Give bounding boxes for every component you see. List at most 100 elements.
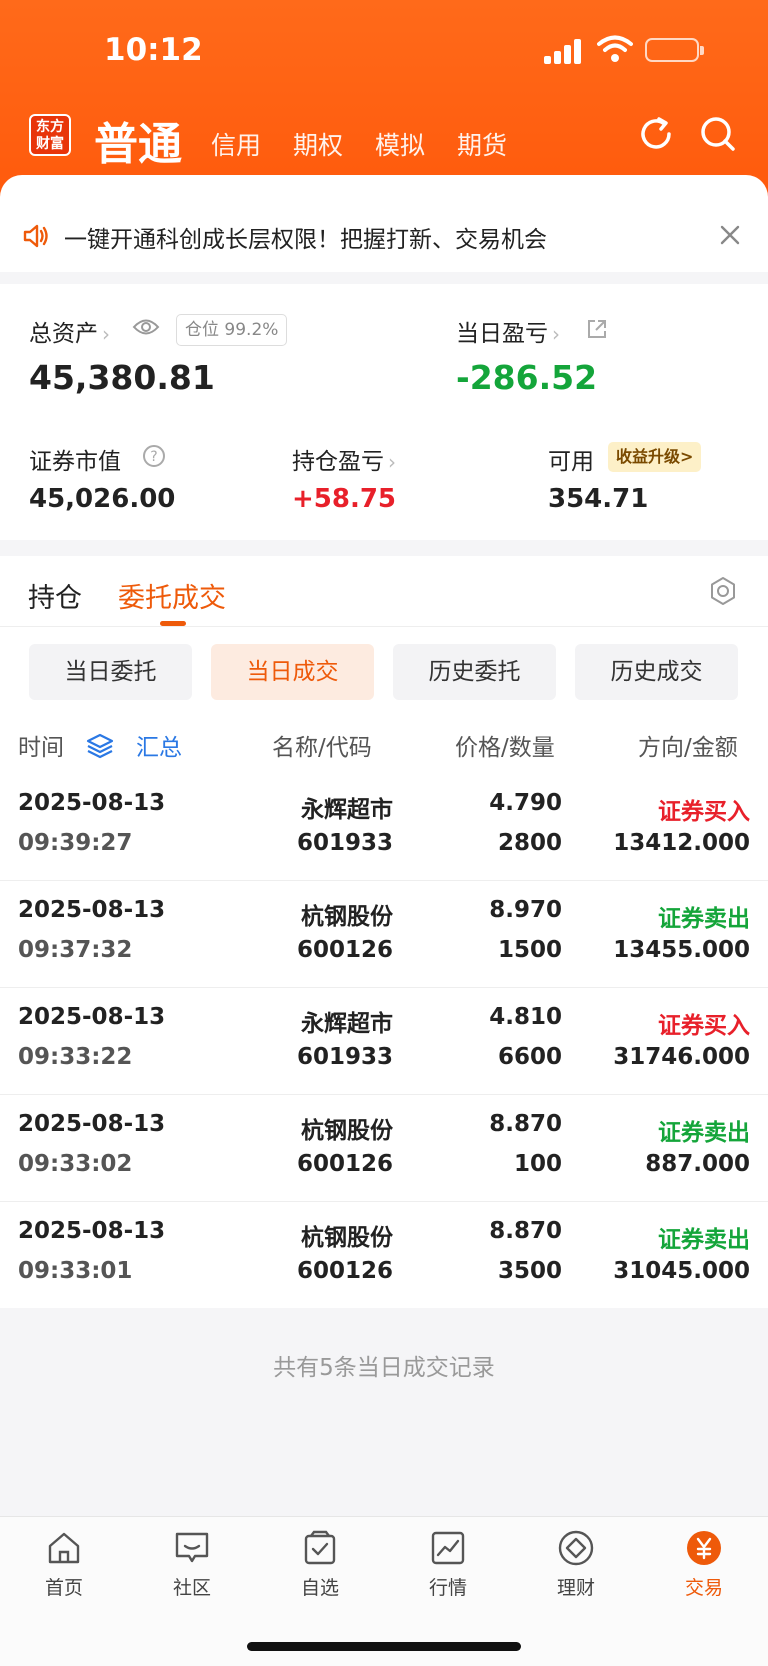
holding-pl-label[interactable]: 持仓盈亏 ›	[292, 442, 396, 476]
bottom-nav-wealth[interactable]: 理财	[512, 1529, 640, 1600]
eye-icon[interactable]	[132, 316, 160, 338]
tab-divider	[0, 626, 768, 627]
total-assets-value: 45,380.81	[29, 358, 215, 397]
trade-date: 2025-08-13	[18, 1218, 166, 1244]
stock-name: 永辉超市	[301, 1011, 393, 1037]
gear-icon[interactable]	[706, 574, 740, 608]
col-direction-amount: 方向/金额	[638, 735, 738, 761]
table-row[interactable]: 2025-08-13 09:33:02 杭钢股份 600126 8.870 100 证券卖出…	[0, 1095, 768, 1202]
trade-qty: 3500	[497, 1258, 562, 1284]
upgrade-badge[interactable]: 收益升级>	[608, 442, 702, 472]
status-bar: 10:12	[0, 0, 768, 100]
seg-today-trades[interactable]: 当日成交	[211, 644, 374, 700]
stock-code: 601933	[296, 830, 393, 856]
trade-time: 09:33:02	[18, 1151, 133, 1177]
tab-options[interactable]: 期权	[293, 126, 343, 162]
svg-text:?: ?	[150, 449, 157, 465]
bottom-nav-community[interactable]: 社区	[128, 1529, 256, 1600]
watchlist-icon	[304, 1530, 336, 1565]
trade-price: 8.970	[489, 897, 562, 923]
stock-code: 600126	[296, 1258, 393, 1284]
trade-amount: 31746.000	[613, 1044, 750, 1070]
home-icon	[48, 1532, 80, 1564]
wifi-icon	[597, 35, 633, 62]
available-value: 354.71	[548, 484, 649, 514]
yuan-icon	[687, 1531, 721, 1565]
tab-credit[interactable]: 信用	[211, 126, 261, 162]
speaker-icon	[23, 224, 48, 248]
trade-time: 09:33:22	[18, 1044, 133, 1070]
trade-amount: 31045.000	[613, 1258, 750, 1284]
trade-time: 09:33:01	[18, 1258, 133, 1284]
stock-code: 601933	[296, 1044, 393, 1070]
tab-futures[interactable]: 期货	[457, 126, 507, 162]
brand-logo: 东方 财富	[29, 114, 71, 156]
trade-direction: 证券卖出	[658, 906, 750, 932]
stock-name: 杭钢股份	[301, 904, 393, 930]
chart-icon	[431, 1531, 465, 1565]
trade-price: 8.870	[489, 1111, 562, 1137]
status-time: 10:12	[104, 32, 203, 68]
chevron-right-icon: ›	[388, 450, 396, 474]
trade-date: 2025-08-13	[18, 1004, 166, 1030]
record-count-text: 共有5条当日成交记录	[273, 1355, 495, 1381]
tab-holdings[interactable]: 持仓	[28, 576, 82, 615]
tab-normal[interactable]: 普通	[94, 108, 182, 172]
share-icon[interactable]	[586, 318, 608, 340]
refresh-icon[interactable]	[636, 114, 676, 154]
battery-icon	[645, 38, 704, 62]
home-indicator	[247, 1642, 521, 1651]
stock-code: 600126	[296, 937, 393, 963]
table-row[interactable]: 2025-08-13 09:39:27 永辉超市 601933 4.790 2800 证券买…	[0, 774, 768, 881]
daily-pl-value: -286.52	[456, 358, 598, 397]
bottom-nav-market[interactable]: 行情	[384, 1529, 512, 1600]
search-icon[interactable]	[698, 114, 738, 154]
total-assets-label[interactable]: 总资产 ›	[29, 314, 110, 348]
trade-time: 09:39:27	[18, 830, 133, 856]
stock-code: 600126	[296, 1151, 393, 1177]
holding-pl-value: +58.75	[292, 484, 397, 514]
table-row[interactable]: 2025-08-13 09:33:22 永辉超市 601933 4.810 6600 证券买…	[0, 988, 768, 1095]
available-label: 可用	[548, 449, 594, 475]
trade-date: 2025-08-13	[18, 897, 166, 923]
trade-direction: 证券卖出	[658, 1120, 750, 1146]
seg-today-orders[interactable]: 当日委托	[29, 644, 192, 700]
tab-orders[interactable]: 委托成交	[118, 576, 226, 615]
layers-icon[interactable]	[86, 732, 114, 760]
market-value-label: 证券市值	[29, 449, 121, 475]
notice-banner[interactable]: 一键开通科创成长层权限！把握打新、交易机会	[0, 200, 768, 272]
cellular-signal-icon	[544, 38, 584, 64]
trade-price: 8.870	[489, 1218, 562, 1244]
help-icon[interactable]: ?	[142, 444, 166, 468]
trade-date: 2025-08-13	[18, 790, 166, 816]
seg-history-orders[interactable]: 历史委托	[393, 644, 556, 700]
close-icon[interactable]	[718, 223, 742, 247]
trade-amount: 887.000	[645, 1151, 750, 1177]
trade-price: 4.810	[489, 1004, 562, 1030]
market-value: 45,026.00	[29, 484, 176, 514]
trade-time: 09:37:32	[18, 937, 133, 963]
tab-simulation[interactable]: 模拟	[375, 126, 425, 162]
trade-qty: 2800	[497, 830, 562, 856]
chat-icon	[175, 1532, 209, 1563]
trade-direction: 证券买入	[658, 1013, 750, 1039]
bottom-nav-home[interactable]: 首页	[0, 1529, 128, 1600]
daily-pl-label[interactable]: 当日盈亏 ›	[456, 314, 560, 348]
app-header: 10:12 东方 财富 普通 信用 期权 模拟 期货	[0, 0, 768, 200]
table-row[interactable]: 2025-08-13 09:37:32 杭钢股份 600126 8.970 1500 证券卖…	[0, 881, 768, 988]
notice-text: 一键开通科创成长层权限！把握打新、交易机会	[64, 227, 547, 253]
asset-summary: 总资产 › 仓位 99.2% 45,380.81 当日盈亏 › -286.52 证券…	[0, 284, 768, 540]
trade-date: 2025-08-13	[18, 1111, 166, 1137]
stock-name: 永辉超市	[301, 797, 393, 823]
position-ratio-badge: 仓位 99.2%	[176, 314, 288, 346]
list-footer: 共有5条当日成交记录	[0, 1308, 768, 1518]
col-price-qty: 价格/数量	[455, 735, 555, 761]
stock-name: 杭钢股份	[301, 1118, 393, 1144]
seg-history-trades[interactable]: 历史成交	[575, 644, 738, 700]
bottom-nav-watchlist[interactable]: 自选	[256, 1529, 384, 1600]
bottom-nav-trade[interactable]: 交易	[640, 1529, 768, 1600]
stock-name: 杭钢股份	[301, 1225, 393, 1251]
table-row[interactable]: 2025-08-13 09:33:01 杭钢股份 600126 8.870 3500 证券卖…	[0, 1202, 768, 1309]
chevron-right-icon: ›	[102, 322, 110, 346]
summary-link[interactable]: 汇总	[136, 728, 182, 762]
